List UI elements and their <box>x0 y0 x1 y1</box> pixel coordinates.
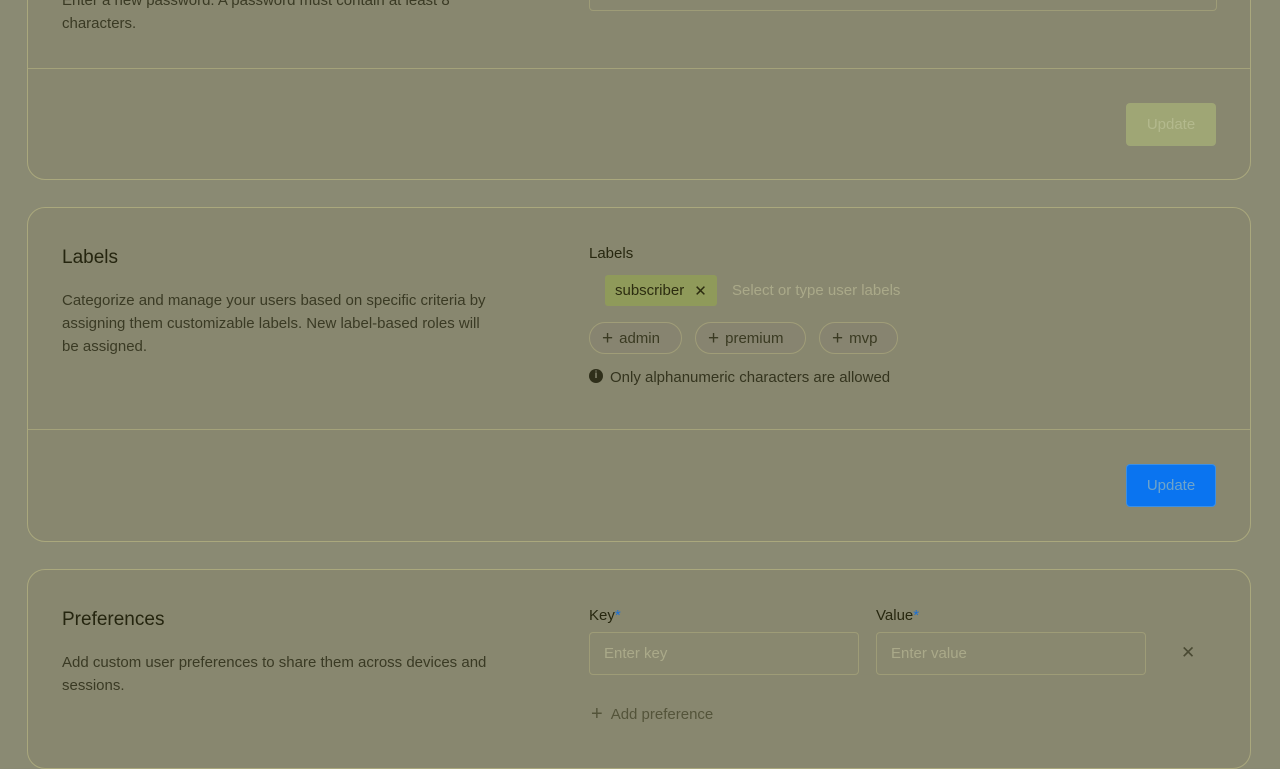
labels-input-placeholder: Select or type user labels <box>732 282 901 299</box>
divider <box>28 429 1250 430</box>
divider <box>28 68 1250 69</box>
password-description: Enter a new password. A password must co… <box>62 0 450 32</box>
labels-title: Labels <box>62 247 118 268</box>
labels-hint: i Only alphanumeric characters are allow… <box>589 368 890 386</box>
preferences-title: Preferences <box>62 609 165 630</box>
info-icon: i <box>589 368 603 383</box>
labels-card: Labels Categorize and manage your users … <box>27 207 1251 542</box>
label-tag-subscriber: subscriber ✕ <box>605 275 717 306</box>
suggestion-chip-mvp[interactable]: + mvp <box>819 322 898 354</box>
remove-tag-icon[interactable]: ✕ <box>694 282 707 300</box>
value-input-placeholder: Enter value <box>891 645 967 662</box>
preferences-card: Preferences Add custom user preferences … <box>27 569 1251 769</box>
labels-input[interactable]: subscriber ✕ Select or type user labels <box>589 274 1217 308</box>
plus-icon: + <box>602 327 614 349</box>
key-field-label: Key* <box>589 607 621 624</box>
password-card: Enter a new password. A password must co… <box>27 0 1251 180</box>
key-input-placeholder: Enter key <box>604 645 668 662</box>
suggestion-chip-admin[interactable]: + admin <box>589 322 682 354</box>
suggestion-chip-premium[interactable]: + premium <box>695 322 806 354</box>
plus-icon: + <box>708 327 720 349</box>
password-input[interactable] <box>589 0 1217 11</box>
plus-icon: + <box>832 327 844 349</box>
required-marker: * <box>913 607 920 624</box>
labels-field-label: Labels <box>589 245 634 262</box>
add-preference-button[interactable]: + Add preference <box>591 703 713 726</box>
label-tag-text: subscriber <box>615 282 685 299</box>
key-input[interactable]: Enter key <box>589 632 859 675</box>
plus-icon: + <box>591 703 603 725</box>
labels-update-button[interactable]: Update <box>1126 464 1216 507</box>
value-field-label: Value* <box>876 607 920 624</box>
preferences-description: Add custom user preferences to share the… <box>62 654 487 694</box>
remove-preference-icon[interactable]: ✕ <box>1181 643 1195 663</box>
required-marker: * <box>614 607 621 624</box>
password-update-button[interactable]: Update <box>1126 103 1216 146</box>
labels-description: Categorize and manage your users based o… <box>62 292 486 355</box>
value-input[interactable]: Enter value <box>876 632 1146 675</box>
